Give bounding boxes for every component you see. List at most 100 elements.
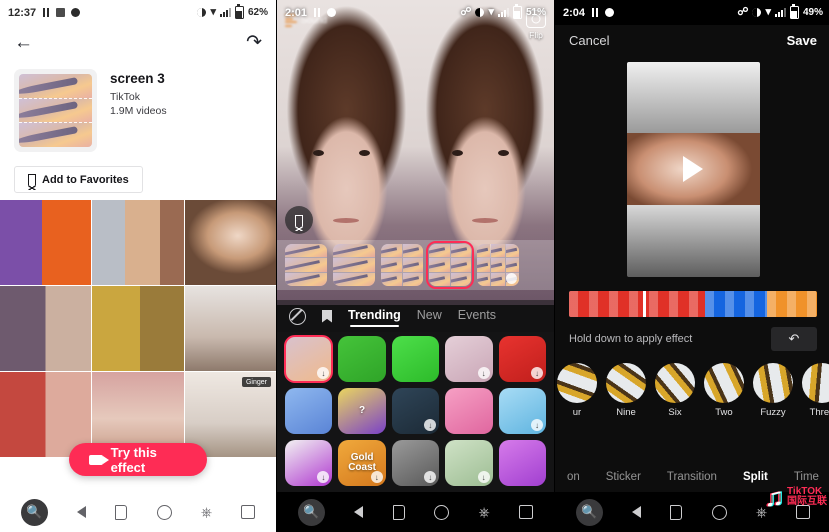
download-icon[interactable]: ↓ [424,419,437,431]
effect-option[interactable]: ur [557,363,597,418]
layout-2x3[interactable] [381,244,423,286]
back-triangle-icon[interactable] [76,506,86,518]
contrast-icon [752,8,762,17]
home-circle-icon[interactable] [156,504,172,520]
download-icon[interactable]: ↓ [531,367,543,379]
back-triangle-icon[interactable] [631,506,641,518]
back-triangle-icon[interactable] [354,506,364,518]
play-triangle-icon[interactable] [683,156,703,182]
battery-percent: 49% [802,7,823,18]
app-icon [71,8,81,17]
timeline[interactable] [569,291,817,317]
video-thumb[interactable] [0,200,92,285]
watermark-line2: 国际互联 [787,496,827,507]
blue-people-effect[interactable] [285,388,333,434]
effect-option[interactable]: Two [704,363,744,418]
effect-option[interactable]: Six [655,363,695,418]
timeline-segment[interactable] [767,291,817,317]
square-icon[interactable] [519,505,534,519]
search-icon[interactable]: 🔍 [20,498,48,526]
gold-coast-effect[interactable]: Gold Coast ↓ [338,440,386,486]
split-screen-effect[interactable]: ↓ [283,335,334,383]
editor-tab-time[interactable]: Time [794,471,819,483]
timeline-segment[interactable] [705,291,768,317]
layout-selector [277,240,554,290]
share-arrow-icon[interactable]: ↷ [246,33,262,52]
pause-icon [591,8,599,17]
editor-tab-transition[interactable]: Transition [667,471,717,483]
layout-3-rows[interactable] [285,244,327,286]
recents-page-icon[interactable] [392,504,405,520]
download-icon[interactable]: ↓ [317,471,330,483]
saved-effects-bookmark-icon[interactable] [322,309,332,323]
effect-option[interactable]: Three [802,363,829,418]
download-icon[interactable]: ↓ [477,471,490,483]
upload-video-effect[interactable] [391,336,440,382]
download-icon[interactable]: ↓ [424,471,437,483]
grayscale-duo-effect[interactable]: ↓ [391,440,440,486]
portrait-effect[interactable]: ↓ [445,336,493,382]
save-button[interactable]: Save [787,33,817,48]
video-thumb[interactable] [184,200,276,285]
try-this-effect-button[interactable]: Try this effect [69,443,207,476]
question-mark-effect[interactable]: ? [338,388,386,434]
add-to-favorites-button[interactable]: Add to Favorites [14,166,143,193]
recents-page-icon[interactable] [115,504,128,520]
download-icon[interactable]: ↓ [370,471,383,483]
video-thumb[interactable] [92,286,184,371]
timeline-segment[interactable] [569,291,706,317]
save-effect-button[interactable] [285,206,313,234]
editor-tab-sticker[interactable]: Sticker [606,471,641,483]
recents-page-icon[interactable] [670,504,683,520]
video-thumb[interactable] [92,200,184,285]
undo-button[interactable]: ↶ [771,327,817,351]
power-icon[interactable]: ⎈ [479,504,490,521]
layout-cell [285,272,327,286]
editor-tab-on[interactable]: on [567,471,580,483]
app-icon [327,8,337,17]
effect-option[interactable]: Fuzzy [753,363,793,418]
power-icon[interactable]: ⎈ [201,504,212,521]
video-thumb[interactable] [0,286,92,371]
download-icon[interactable]: ↓ [317,367,330,379]
preview-band-top [626,61,760,134]
no-effect-icon[interactable] [289,307,306,325]
purple-alien-effect[interactable] [498,440,546,486]
glow-outline-effect[interactable]: ↓ [445,440,493,486]
effect-tabs: Trending New Events [277,300,554,332]
video-preview[interactable] [626,61,760,277]
download-icon[interactable] [506,273,517,284]
dark-book-effect[interactable]: ↓ [391,388,440,434]
red-poster-effect[interactable]: ↓ [498,336,546,382]
preview-band-bottom [626,204,760,277]
search-icon[interactable]: 🔍 [297,498,325,526]
layout-cell [429,244,450,258]
green-photo-effect[interactable] [338,336,386,382]
try-this-effect-label: Try this effect [110,444,157,475]
back-arrow-icon[interactable]: ← [14,33,33,52]
tab-new[interactable]: New [417,308,442,325]
android-nav-bar-panel2: 🔍 ⎈ [277,492,554,532]
home-circle-icon[interactable] [434,504,450,520]
layout-2x3-selected[interactable] [426,241,474,289]
video-thumb[interactable] [184,286,276,371]
square-icon[interactable] [241,505,256,519]
download-icon[interactable]: ↓ [477,367,490,379]
tab-events[interactable]: Events [458,308,496,325]
effect-option-label: ur [572,407,582,418]
tab-trending[interactable]: Trending [348,308,401,327]
blue-face-effect[interactable]: ↓ [498,388,546,434]
brain-quiz-effect[interactable] [445,388,493,434]
layout-cell [402,272,423,286]
layout-3x3[interactable] [477,244,519,286]
cancel-button[interactable]: Cancel [569,33,609,48]
download-icon[interactable]: ↓ [531,419,543,431]
layout-3-rows-b[interactable] [333,244,375,286]
color-picker-effect[interactable]: ↓ [285,440,333,486]
add-to-favorites-label: Add to Favorites [42,173,129,186]
panel-camera-effects: Sound Flip 2:01 ☍ ▾ 51% Trending New Eve… [276,0,554,532]
timeline-playhead[interactable] [643,291,647,317]
search-icon[interactable]: 🔍 [575,498,603,526]
effect-option[interactable]: Nine [606,363,646,418]
home-circle-icon[interactable] [711,504,727,520]
